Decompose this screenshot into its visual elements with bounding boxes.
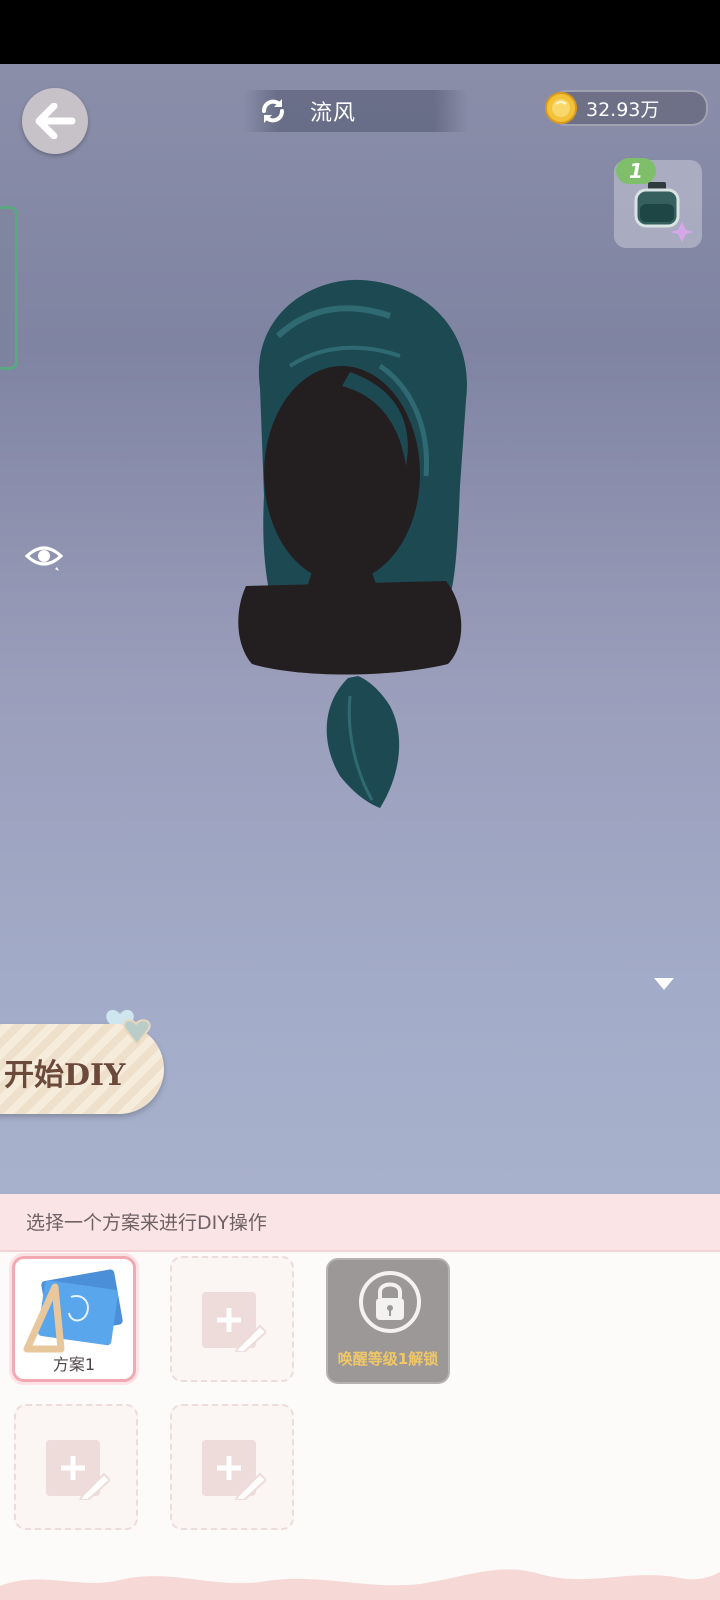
lock-icon (359, 1271, 421, 1333)
decorative-clouds (0, 1569, 720, 1600)
hairstyle-name: 流风 (310, 101, 357, 126)
refresh-icon[interactable] (256, 94, 290, 128)
item-count-badge: 1 (616, 158, 656, 184)
hairstyle-title-bar[interactable]: 流风 (244, 90, 468, 132)
start-diy-button[interactable]: 开始DIY (0, 1009, 164, 1114)
status-bar (0, 0, 720, 64)
scheme-slot-4[interactable] (14, 1404, 138, 1530)
add-scheme-icon (202, 1440, 266, 1500)
add-scheme-icon (202, 1292, 266, 1352)
side-tab-handle[interactable] (0, 206, 18, 370)
scheme-slot-5[interactable] (170, 1404, 294, 1530)
dye-item-slot[interactable]: 1 (614, 158, 702, 248)
back-button[interactable] (22, 88, 88, 154)
scheme-slot-1-label: 方案1 (52, 1355, 96, 1374)
chevron-down-icon[interactable] (654, 978, 674, 990)
blueprint-icon (23, 1269, 123, 1353)
gold-coin-icon (545, 92, 577, 124)
eye-icon[interactable] (24, 540, 64, 574)
unlock-requirement: 唤醒等级1解锁 (337, 1350, 439, 1368)
scheme-slot-3-locked[interactable]: 唤醒等级1解锁 (326, 1258, 450, 1384)
scheme-panel-header: 选择一个方案来进行DIY操作 (0, 1194, 720, 1252)
arrow-left-icon (35, 103, 76, 139)
coin-amount: 32.93万 (586, 98, 660, 121)
heart-bow-icon (106, 1009, 151, 1046)
scheme-slot-2[interactable] (170, 1256, 294, 1382)
scheme-hint: 选择一个方案来进行DIY操作 (26, 1212, 267, 1234)
coin-balance[interactable]: 32.93万 (545, 90, 708, 126)
scheme-slot-1[interactable]: 方案1 (12, 1256, 136, 1382)
add-scheme-icon (46, 1440, 110, 1500)
hairstyle-preview-model[interactable] (230, 276, 490, 828)
scheme-panel: 选择一个方案来进行DIY操作 方案1 唤醒等级1解锁 (0, 1194, 720, 1600)
